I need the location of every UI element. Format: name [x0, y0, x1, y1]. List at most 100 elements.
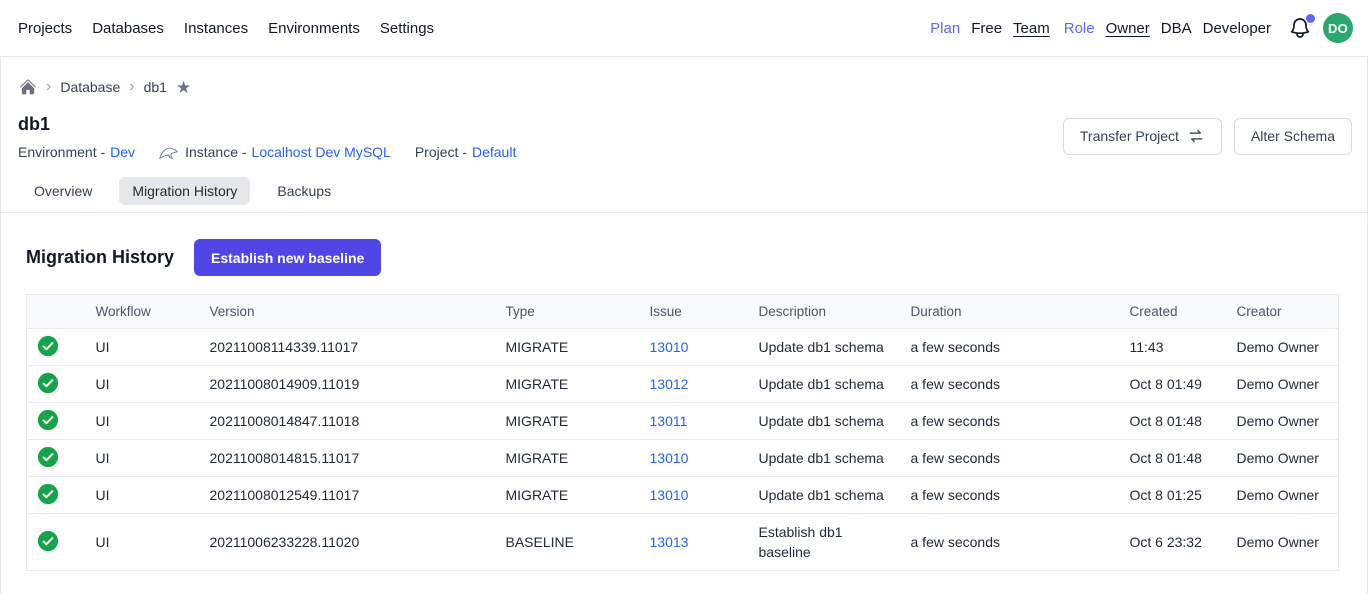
- breadcrumb-item-database[interactable]: Database: [60, 79, 120, 95]
- col-type: Type: [498, 295, 642, 329]
- issue-link[interactable]: 13010: [650, 450, 689, 466]
- cell-created: Oct 8 01:49: [1122, 366, 1229, 403]
- nav-item-settings[interactable]: Settings: [380, 20, 434, 37]
- role-developer-option[interactable]: Developer: [1203, 20, 1271, 37]
- home-icon[interactable]: [19, 78, 37, 96]
- cell-type: MIGRATE: [498, 477, 642, 514]
- cell-creator: Demo Owner: [1229, 403, 1339, 440]
- cell-description: Update db1 schema: [751, 403, 903, 440]
- alter-schema-button[interactable]: Alter Schema: [1234, 118, 1352, 155]
- mysql-dolphin-icon: [159, 145, 178, 160]
- table-row[interactable]: UI 20211008014847.11018 MIGRATE 13011 Up…: [27, 403, 1339, 440]
- cell-workflow: UI: [88, 329, 202, 366]
- table-row[interactable]: UI 20211008012549.11017 MIGRATE 13010 Up…: [27, 477, 1339, 514]
- nav-item-projects[interactable]: Projects: [18, 20, 72, 37]
- cell-creator: Demo Owner: [1229, 440, 1339, 477]
- nav-item-environments[interactable]: Environments: [268, 20, 360, 37]
- cell-version: 20211008012549.11017: [202, 477, 498, 514]
- top-nav-links: Projects Databases Instances Environment…: [18, 20, 434, 37]
- environment-link[interactable]: Dev: [110, 144, 135, 160]
- cell-version: 20211008014847.11018: [202, 403, 498, 440]
- check-circle-icon: [37, 372, 59, 394]
- cell-version: 20211006233228.11020: [202, 514, 498, 571]
- cell-created: 11:43: [1122, 329, 1229, 366]
- col-creator: Creator: [1229, 295, 1339, 329]
- environment-group: Environment - Dev: [18, 144, 135, 160]
- col-version: Version: [202, 295, 498, 329]
- transfer-button-label: Transfer Project: [1080, 128, 1179, 144]
- nav-item-instances[interactable]: Instances: [184, 20, 248, 37]
- tab-overview[interactable]: Overview: [21, 177, 105, 205]
- issue-link[interactable]: 13011: [650, 413, 688, 429]
- avatar[interactable]: DO: [1323, 13, 1353, 43]
- breadcrumb: › Database › db1 ★: [1, 57, 1367, 96]
- project-group: Project - Default: [415, 144, 516, 160]
- table-row[interactable]: UI 20211008014815.11017 MIGRATE 13010 Up…: [27, 440, 1339, 477]
- page-header-left: db1 Environment - Dev Instance - Localho…: [18, 112, 516, 160]
- cell-created: Oct 8 01:25: [1122, 477, 1229, 514]
- cell-workflow: UI: [88, 477, 202, 514]
- nav-item-databases[interactable]: Databases: [92, 20, 164, 37]
- role-label: Role: [1064, 20, 1095, 37]
- table-row[interactable]: UI 20211006233228.11020 BASELINE 13013 E…: [27, 514, 1339, 571]
- notification-dot: [1306, 14, 1315, 23]
- page: › Database › db1 ★ db1 Environment - Dev: [0, 57, 1368, 594]
- tab-migration-history[interactable]: Migration History: [119, 177, 250, 205]
- instance-group: Instance - Localhost Dev MySQL: [159, 144, 391, 160]
- establish-baseline-button[interactable]: Establish new baseline: [194, 239, 381, 276]
- cell-creator: Demo Owner: [1229, 329, 1339, 366]
- role-dba-option[interactable]: DBA: [1161, 20, 1192, 37]
- col-created: Created: [1122, 295, 1229, 329]
- check-circle-icon: [37, 335, 59, 357]
- alter-schema-label: Alter Schema: [1251, 128, 1335, 144]
- breadcrumb-item-db1[interactable]: db1: [144, 79, 167, 95]
- favorite-star-icon[interactable]: ★: [176, 79, 191, 96]
- check-circle-icon: [37, 409, 59, 431]
- project-link[interactable]: Default: [472, 144, 516, 160]
- issue-link[interactable]: 13010: [650, 487, 689, 503]
- issue-link[interactable]: 13010: [650, 339, 689, 355]
- col-issue: Issue: [642, 295, 751, 329]
- database-meta: Environment - Dev Instance - Localhost D…: [18, 144, 516, 160]
- cell-workflow: UI: [88, 366, 202, 403]
- page-header-actions: Transfer Project Alter Schema: [1063, 118, 1352, 155]
- table-row[interactable]: UI 20211008114339.11017 MIGRATE 13010 Up…: [27, 329, 1339, 366]
- plan-free-option[interactable]: Free: [971, 20, 1002, 37]
- cell-created: Oct 8 01:48: [1122, 440, 1229, 477]
- table-row[interactable]: UI 20211008014909.11019 MIGRATE 13012 Up…: [27, 366, 1339, 403]
- cell-created: Oct 6 23:32: [1122, 514, 1229, 571]
- cell-creator: Demo Owner: [1229, 477, 1339, 514]
- transfer-project-button[interactable]: Transfer Project: [1063, 118, 1222, 155]
- cell-duration: a few seconds: [903, 403, 1122, 440]
- section-title: Migration History: [26, 247, 174, 268]
- chevron-right-icon: ›: [46, 79, 51, 95]
- cell-description: Establish db1 baseline: [751, 514, 903, 571]
- issue-link[interactable]: 13012: [650, 376, 689, 392]
- migration-table-body: UI 20211008114339.11017 MIGRATE 13010 Up…: [27, 329, 1339, 571]
- cell-description: Update db1 schema: [751, 329, 903, 366]
- plan-team-option[interactable]: Team: [1013, 20, 1050, 37]
- cell-version: 20211008014909.11019: [202, 366, 498, 403]
- check-circle-icon: [37, 530, 59, 552]
- migration-history-table: Workflow Version Type Issue Description …: [26, 294, 1339, 571]
- col-workflow: Workflow: [88, 295, 202, 329]
- check-circle-icon: [37, 483, 59, 505]
- issue-link[interactable]: 13013: [650, 534, 689, 550]
- tab-backups[interactable]: Backups: [264, 177, 344, 205]
- instance-label: Instance -: [185, 144, 246, 160]
- cell-type: BASELINE: [498, 514, 642, 571]
- migration-history-section: Migration History Establish new baseline…: [1, 213, 1367, 571]
- cell-version: 20211008014815.11017: [202, 440, 498, 477]
- cell-version: 20211008114339.11017: [202, 329, 498, 366]
- notifications-button[interactable]: [1288, 16, 1312, 40]
- cell-description: Update db1 schema: [751, 366, 903, 403]
- cell-workflow: UI: [88, 440, 202, 477]
- role-owner-option[interactable]: Owner: [1106, 20, 1150, 37]
- check-circle-icon: [37, 446, 59, 468]
- instance-link[interactable]: Localhost Dev MySQL: [252, 144, 391, 160]
- page-header: db1 Environment - Dev Instance - Localho…: [1, 96, 1367, 160]
- plan-label: Plan: [930, 20, 960, 37]
- cell-duration: a few seconds: [903, 329, 1122, 366]
- top-nav-right: Plan Free Team Role Owner DBA Developer …: [930, 13, 1353, 43]
- col-duration: Duration: [903, 295, 1122, 329]
